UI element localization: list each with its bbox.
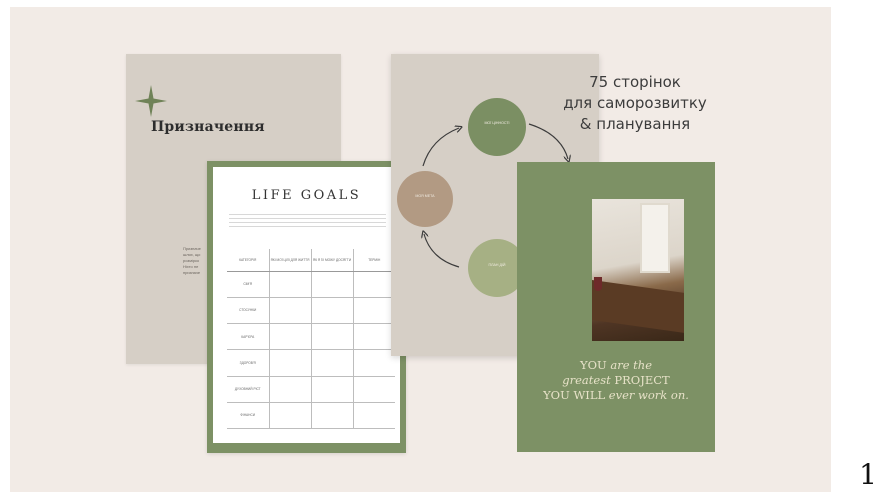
circle-label: МОЯ МЕТА [415, 194, 435, 198]
headline-line: & планування [579, 115, 691, 133]
table-row: КАР'ЄРА [227, 323, 395, 351]
column-header: КАТЕГОРІЯ [227, 249, 269, 272]
sparkle-star-icon [135, 85, 167, 117]
row-label: КАР'ЄРА [227, 323, 269, 351]
column-header: ТЕРМІН [352, 249, 395, 272]
table-row: СТОСУНКИ [227, 297, 395, 325]
life-goals-sheet: LIFE GOALS КАТЕГОРІЯ ЯКІ МОЇ ЦІЛІ ДЛЯ ЖИ… [213, 167, 400, 443]
row-label: ДУХОВНИЙ РІСТ [227, 376, 269, 403]
table-row: СІМ'Я [227, 271, 395, 298]
cycle-arrow [424, 234, 460, 268]
life-goals-title: LIFE GOALS [251, 188, 362, 203]
purpose-title: Призначення [151, 119, 265, 135]
quote-page: YOU are the greatest PROJECT YOU WILL ev… [517, 162, 715, 452]
life-goals-intro-lines [229, 214, 386, 230]
row-label: ФІНАНСИ [227, 402, 269, 430]
quote-text: YOU are the greatest PROJECT YOU WILL ev… [543, 358, 689, 402]
page-number: 1 [859, 458, 877, 491]
headline-line: 75 сторінок [589, 73, 681, 91]
column-header: ЯКІ МОЇ ЦІЛІ ДЛЯ ЖИТТЯ [268, 249, 311, 272]
table-row: ДУХОВНИЙ РІСТ [227, 376, 395, 403]
circle-label: МОЇ ЦІННОСТІ [484, 121, 510, 125]
life-goals-table: КАТЕГОРІЯ ЯКІ МОЇ ЦІЛІ ДЛЯ ЖИТТЯ ЯК Я ЇХ… [227, 249, 395, 430]
table-header-row: КАТЕГОРІЯ ЯКІ МОЇ ЦІЛІ ДЛЯ ЖИТТЯ ЯК Я ЇХ… [227, 249, 395, 272]
photo-table [592, 278, 684, 336]
cycle-arrow [422, 128, 459, 167]
row-label: СІМ'Я [227, 271, 269, 298]
mockup-canvas: Призначення Призначе шлях, що розмірко Н… [10, 7, 831, 492]
cycle-circle-left [397, 171, 453, 227]
photo-window [640, 203, 670, 273]
column-header: ЯК Я ЇХ МОЖУ ДОСЯГТИ [310, 249, 353, 272]
row-label: ЗДОРОВ'Я [227, 349, 269, 377]
row-label: СТОСУНКИ [227, 297, 269, 325]
headline-line: для саморозвитку [563, 94, 707, 112]
table-row: ФІНАНСИ [227, 402, 395, 430]
circle-label: ПЛАН ДІЙ [488, 263, 506, 267]
wine-glass-icon [594, 277, 602, 291]
life-goals-page: LIFE GOALS КАТЕГОРІЯ ЯКІ МОЇ ЦІЛІ ДЛЯ ЖИ… [207, 161, 406, 453]
cycle-circle-top [468, 98, 526, 156]
table-row: ЗДОРОВ'Я [227, 349, 395, 377]
headline: 75 сторінок для саморозвитку & плануванн… [545, 72, 725, 135]
interior-photo [592, 199, 684, 341]
